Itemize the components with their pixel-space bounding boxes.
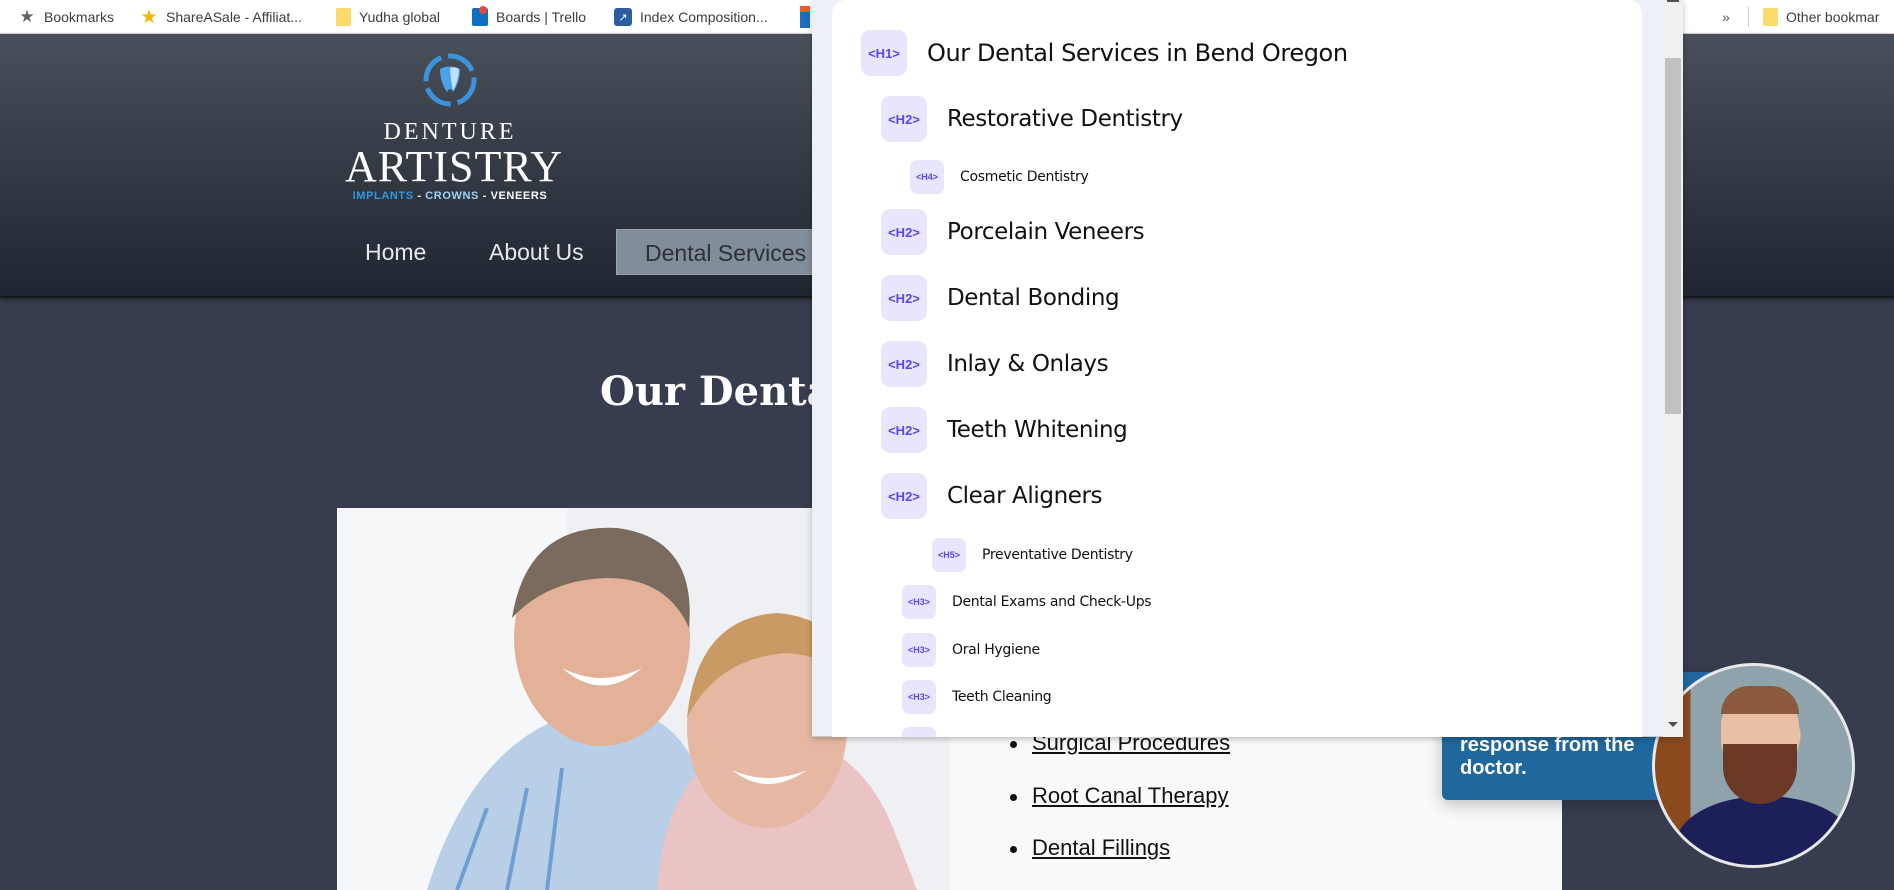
service-link-list: Surgical Procedures Root Canal Therapy D…: [1010, 730, 1230, 888]
folder-icon: [336, 8, 351, 26]
logo-tagline: IMPLANTS - CROWNS - VENEERS: [345, 190, 555, 202]
heading-tag-badge: <H3>: [902, 680, 936, 714]
tagline-separator: -: [413, 190, 426, 202]
avatar-hair: [1721, 686, 1799, 714]
heading-item-h2[interactable]: <H2> Restorative Dentistry: [881, 96, 1183, 142]
bookmarks-overflow-button[interactable]: »: [1722, 0, 1730, 34]
heading-text: Preventative Dentistry: [982, 547, 1133, 563]
heading-tag-badge: <H2>: [881, 407, 927, 453]
site-logo[interactable]: DENTURE ARTISTRY IMPLANTS - CROWNS - VEN…: [345, 52, 564, 202]
heading-text: Clear Aligners: [947, 483, 1103, 509]
heading-text: Teeth Cleaning: [952, 689, 1052, 705]
heading-item-partial[interactable]: [902, 727, 936, 737]
heading-text: Porcelain Veneers: [947, 219, 1145, 245]
heading-item-h2[interactable]: <H2> Porcelain Veneers: [881, 209, 1145, 255]
tooth-logo-icon: [423, 53, 477, 107]
nav-home[interactable]: Home: [365, 229, 426, 275]
heading-text: Cosmetic Dentistry: [960, 169, 1089, 185]
list-item: Surgical Procedures: [1010, 730, 1230, 783]
heading-tag-badge: <H5>: [932, 538, 966, 572]
bookmark-label: Other bookmar: [1786, 9, 1880, 25]
heading-text: Dental Bonding: [947, 285, 1120, 311]
heading-text: Inlay & Onlays: [947, 351, 1109, 377]
scrollbar-thumb[interactable]: [1665, 58, 1681, 414]
heading-outline-popup: <H1> Our Dental Services in Bend Oregon …: [812, 0, 1683, 737]
heading-item-h2[interactable]: <H2> Teeth Whitening: [881, 407, 1128, 453]
heading-tag-badge: <H2>: [881, 341, 927, 387]
link-dental-fillings[interactable]: Dental Fillings: [1032, 835, 1170, 860]
double-chevron-icon: »: [1722, 9, 1730, 25]
bookmark-partial[interactable]: [800, 0, 810, 34]
tagline-implants: IMPLANTS: [352, 190, 414, 202]
heading-tag-badge: <H3>: [902, 585, 936, 619]
heading-text: Restorative Dentistry: [947, 106, 1183, 132]
tagline-crowns: CROWNS: [425, 190, 479, 202]
heading-item-h3[interactable]: <H3> Dental Exams and Check-Ups: [902, 585, 1152, 619]
tagline-separator: -: [478, 190, 491, 202]
bookmark-label: Boards | Trello: [496, 9, 587, 25]
bookmark-trello[interactable]: Boards | Trello: [472, 0, 586, 34]
heading-tag-badge: <H3>: [902, 633, 936, 667]
bookmark-label: Bookmarks: [44, 9, 115, 25]
trello-icon: [472, 6, 488, 26]
heading-tag-badge: <H1>: [861, 30, 907, 76]
heading-tag-badge: [902, 727, 936, 737]
folder-icon: [1763, 8, 1778, 26]
separator: [1748, 7, 1749, 27]
scroll-up-arrow-icon[interactable]: [1667, 0, 1679, 2]
avatar-body: [1675, 796, 1852, 865]
heading-item-h3[interactable]: <H3> Teeth Cleaning: [902, 680, 1052, 714]
heading-text: Dental Exams and Check-Ups: [952, 594, 1152, 610]
heading-item-h5[interactable]: <H5> Preventative Dentistry: [932, 538, 1133, 572]
link-root-canal-therapy[interactable]: Root Canal Therapy: [1032, 783, 1229, 808]
nav-dental-services[interactable]: Dental Services: [616, 229, 816, 275]
star-icon: ★: [19, 7, 35, 26]
heading-text: Teeth Whitening: [947, 417, 1128, 443]
bookmark-yudha-global[interactable]: Yudha global: [336, 0, 440, 34]
heading-tag-badge: <H2>: [881, 96, 927, 142]
avatar-beard: [1723, 744, 1797, 804]
heading-tag-badge: <H2>: [881, 275, 927, 321]
heading-tag-badge: <H2>: [881, 209, 927, 255]
page-title: Our Dental: [600, 368, 848, 415]
other-bookmarks[interactable]: Other bookmar: [1763, 0, 1879, 34]
heading-item-h2[interactable]: <H2> Inlay & Onlays: [881, 341, 1109, 387]
list-item: Dental Fillings: [1010, 835, 1230, 888]
heading-item-h4[interactable]: <H4> Cosmetic Dentistry: [910, 160, 1089, 194]
heading-item-h2[interactable]: <H2> Dental Bonding: [881, 275, 1120, 321]
heading-outline-list: <H1> Our Dental Services in Bend Oregon …: [832, 0, 1642, 737]
scroll-down-arrow-icon[interactable]: [1668, 722, 1678, 727]
heading-item-h3[interactable]: <H3> Oral Hygiene: [902, 633, 1040, 667]
logo-word-artistry: ARTISTRY: [345, 142, 564, 191]
heading-item-h1[interactable]: <H1> Our Dental Services in Bend Oregon: [861, 30, 1348, 76]
bookmark-index-composition[interactable]: ↗ Index Composition...: [614, 0, 768, 34]
sharesale-star-icon: ★: [140, 6, 158, 28]
bookmark-label: Yudha global: [359, 9, 440, 25]
bookmark-label: Index Composition...: [640, 9, 768, 25]
chart-icon: ↗: [614, 8, 632, 26]
popup-scrollbar[interactable]: [1663, 0, 1683, 737]
bookmark-sharesale[interactable]: ★ ShareASale - Affiliat...: [140, 0, 302, 34]
bookmark-favicon-icon: [800, 6, 810, 28]
bookmarks-separator: [1748, 0, 1749, 34]
heading-item-h2[interactable]: <H2> Clear Aligners: [881, 473, 1103, 519]
heading-text: Our Dental Services in Bend Oregon: [927, 39, 1348, 67]
nav-about-us[interactable]: About Us: [489, 229, 584, 275]
heading-text: Oral Hygiene: [952, 642, 1040, 658]
tagline-veneers: VENEERS: [490, 190, 548, 202]
list-item: Root Canal Therapy: [1010, 783, 1230, 836]
heading-tag-badge: <H2>: [881, 473, 927, 519]
heading-tag-badge: <H4>: [910, 160, 944, 194]
bookmark-bookmarks[interactable]: ★ Bookmarks: [18, 0, 114, 34]
bookmark-label: ShareASale - Affiliat...: [166, 9, 302, 25]
